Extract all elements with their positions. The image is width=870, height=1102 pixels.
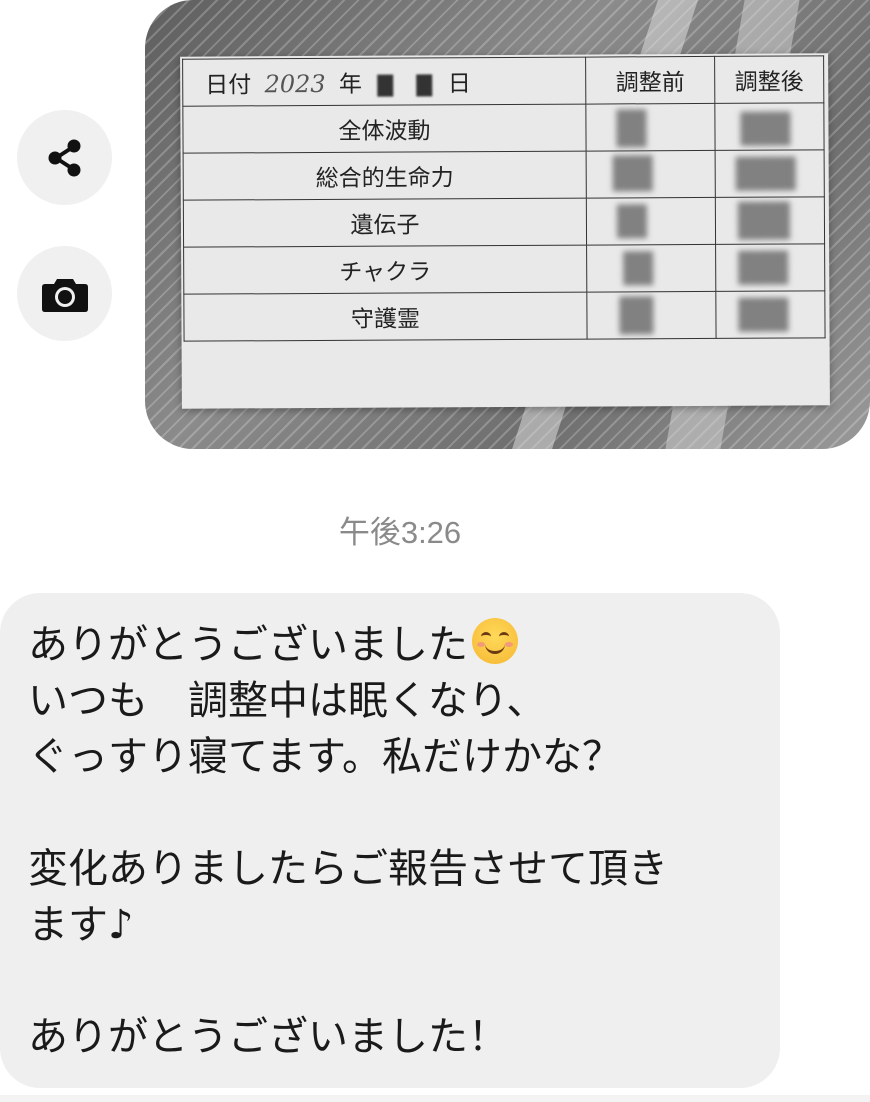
blurred-value [586,291,717,340]
blurred-value [715,290,826,339]
blurred-value [586,197,716,246]
message-timestamp: 午後3:26 [338,515,462,550]
message-line: ます♪ [28,902,134,948]
smiling-face-emoji-icon [472,618,518,664]
date-label: 日付 [205,72,252,99]
row-label: チャクラ [183,245,587,295]
blurred-value [586,244,716,293]
year-label: 年 [338,71,363,98]
blurred-value [715,243,825,292]
photo-message[interactable]: 日付 2023 年 日 調整前 調整後 全体波動 総合的生命力 遺伝子 チャクラ… [145,0,870,449]
row-label: 遺伝子 [183,198,587,248]
adjustment-sheet: 日付 2023 年 日 調整前 調整後 全体波動 総合的生命力 遺伝子 チャクラ… [180,53,830,409]
table-row: 全体波動 [182,102,825,154]
table-row: 遺伝子 [183,196,825,248]
message-line: 変化ありましたらご報告させて頂き [28,846,668,892]
day-label: 日 [447,71,471,98]
table-row: 総合的生命力 [183,149,825,201]
message-line: いつも 調整中は眠くなり、 [28,678,547,724]
message-text: ありがとうございました いつも 調整中は眠くなり、 ぐっすり寝てます。私だけかな… [28,617,768,1065]
message-line: ぐっすり寝てます。私だけかな？ [28,734,622,780]
blurred-value [715,196,825,245]
table-row: チャクラ [183,243,825,295]
blurred-value [585,103,716,152]
camera-icon [41,278,88,312]
share-button[interactable] [17,110,112,205]
redacted-month [377,74,394,97]
redacted-day [416,74,433,97]
camera-button[interactable] [17,246,112,341]
date-cell: 日付 2023 年 日 [182,57,586,107]
message-line: ありがとうございました！ [28,1014,508,1060]
column-after-header: 調整後 [714,55,824,104]
blurred-value [715,149,825,198]
table-header-row: 日付 2023 年 日 調整前 調整後 [182,55,824,107]
message-line: ありがとうございました [28,617,768,673]
handwritten-year: 2023 [264,69,326,99]
next-message-edge [0,1095,870,1102]
blurred-value [714,102,825,151]
share-icon [48,139,80,176]
row-label: 総合的生命力 [183,151,587,201]
column-before-header: 調整前 [585,56,715,105]
blurred-value [586,150,716,199]
row-label: 全体波動 [182,104,587,154]
row-label: 守護霊 [183,292,588,342]
message-bubble[interactable]: ありがとうございました いつも 調整中は眠くなり、 ぐっすり寝てます。私だけかな… [0,593,780,1088]
adjustment-table: 日付 2023 年 日 調整前 調整後 全体波動 総合的生命力 遺伝子 チャクラ… [182,55,826,342]
table-row: 守護霊 [183,290,826,342]
